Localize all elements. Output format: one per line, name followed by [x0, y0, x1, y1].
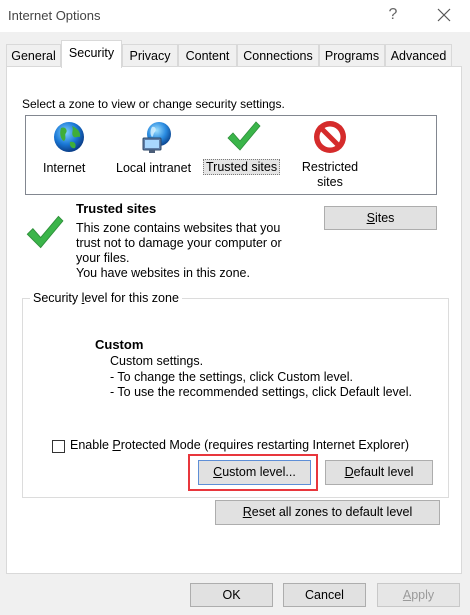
ok-button[interactable]: OK: [190, 583, 273, 607]
tab-privacy[interactable]: Privacy: [122, 44, 178, 66]
default-level-button[interactable]: Default level: [325, 460, 433, 485]
close-button[interactable]: [428, 2, 460, 28]
protected-mode-checkbox[interactable]: [52, 440, 65, 453]
green-check-icon: [26, 215, 64, 249]
selected-zone-title: Trusted sites: [76, 201, 157, 216]
level-line: - To change the settings, click Custom l…: [110, 369, 353, 384]
description-line: You have websites in this zone.: [76, 266, 250, 280]
zone-internet[interactable]: Internet: [38, 118, 100, 178]
zone-label-restricted-sites: Restricted sites: [299, 160, 361, 190]
sites-label-rest: ites: [374, 211, 395, 225]
zone-restricted-sites[interactable]: Restricted sites: [292, 118, 368, 190]
window-title: Internet Options: [8, 8, 101, 23]
zone-label-restricted-line2: sites: [317, 175, 343, 189]
selected-zone-description: This zone contains websites that you tru…: [76, 221, 316, 281]
restricted-icon: [312, 119, 348, 158]
apply-rest: pply: [411, 588, 435, 602]
default-level-rest: efault level: [353, 465, 414, 479]
zone-local-intranet[interactable]: Local intranet: [113, 118, 199, 178]
zone-label-local-intranet: Local intranet: [116, 161, 192, 175]
legend-rest: evel for this zone: [84, 291, 179, 305]
selected-zone-icon: [24, 212, 64, 255]
apply-accel: A: [402, 588, 412, 602]
tab-general[interactable]: General: [6, 44, 61, 66]
selected-zone-label: Trusted sites: [203, 159, 281, 175]
sites-accel: S: [366, 211, 375, 225]
tab-programs[interactable]: Programs: [319, 44, 385, 66]
protected-accel: P: [112, 438, 121, 452]
tab-advanced[interactable]: Advanced: [385, 44, 452, 66]
protected-rest: rotected Mode (requires restarting Inter…: [120, 438, 410, 452]
intranet-globe-icon: [139, 120, 175, 159]
protected-mode-label[interactable]: Enable Protected Mode (requires restarti…: [70, 438, 409, 452]
description-line: This zone contains websites that you: [76, 221, 281, 235]
reset-accel: R: [242, 505, 252, 519]
zone-label-trusted-sites: Trusted sites: [203, 159, 281, 175]
description-line: trust not to damage your computer or: [76, 236, 282, 250]
zone-trusted-sites[interactable]: Trusted sites: [203, 118, 283, 178]
security-level-name: Custom: [95, 337, 144, 352]
sites-button[interactable]: Sites: [324, 206, 437, 230]
cancel-button[interactable]: Cancel: [283, 583, 366, 607]
security-level-description: Custom settings. - To change the setting…: [110, 354, 412, 401]
level-line: Custom settings.: [110, 354, 204, 368]
zone-label-internet: Internet: [43, 161, 86, 175]
reset-all-zones-button[interactable]: Reset all zones to default level: [215, 500, 440, 525]
zone-label-restricted-line1: Restricted: [301, 160, 359, 174]
description-line: your files.: [76, 251, 130, 265]
legend-prefix: Security: [33, 291, 82, 305]
globe-icon: [52, 120, 86, 157]
apply-button[interactable]: Apply: [377, 583, 460, 607]
zone-prompt: Select a zone to view or change security…: [22, 97, 285, 111]
tab-connections[interactable]: Connections: [237, 44, 319, 66]
help-button[interactable]: ?: [378, 4, 408, 26]
security-level-legend: Security level for this zone: [30, 291, 182, 305]
highlight-annotation: [188, 454, 318, 491]
close-icon: [437, 8, 451, 22]
default-level-accel: D: [344, 465, 354, 479]
reset-rest: eset all zones to default level: [251, 505, 413, 519]
protected-prefix: Enable: [70, 438, 113, 452]
tab-content[interactable]: Content: [178, 44, 237, 66]
tab-security[interactable]: Security: [61, 40, 122, 68]
level-line: - To use the recommended settings, click…: [110, 385, 412, 399]
green-check-icon: [225, 118, 261, 157]
